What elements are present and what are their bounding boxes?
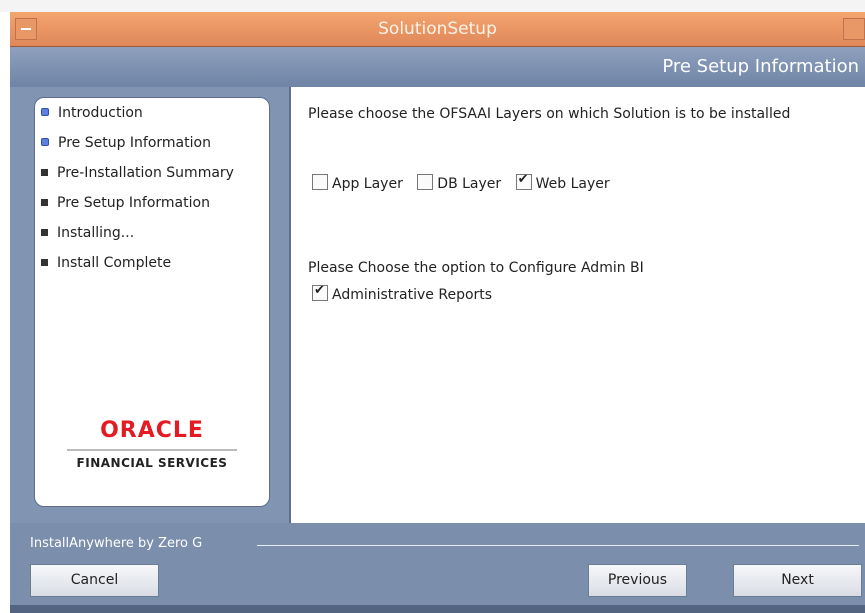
step-item: Pre Setup Information [41, 135, 211, 155]
step-item: Pre Setup Information [41, 195, 210, 215]
web-layer-checkbox[interactable]: ✔ Web Layer [515, 172, 610, 192]
square-bullet-icon [41, 199, 48, 206]
next-button[interactable]: Next [733, 564, 862, 597]
cancel-button[interactable]: Cancel [30, 564, 159, 597]
db-layer-checkbox[interactable]: DB Layer [417, 174, 501, 192]
checkbox-label: DB Layer [437, 176, 502, 192]
step-label: Introduction [58, 105, 143, 121]
square-bullet-icon [41, 229, 48, 236]
top-strip [0, 0, 865, 12]
step-item: Install Complete [41, 255, 171, 275]
circle-bullet-icon [41, 138, 49, 146]
checkbox-label: Administrative Reports [332, 287, 493, 303]
layers-checkbox-row: App Layer DB Layer ✔ Web Layer [312, 172, 620, 192]
logo-divider [67, 449, 237, 451]
square-bullet-icon [41, 169, 48, 176]
checkbox-box[interactable] [417, 174, 434, 190]
window-control-button[interactable] [843, 18, 865, 40]
step-label: Pre Setup Information [58, 135, 211, 151]
logo-subtitle: FINANCIAL SERVICES [76, 456, 228, 470]
square-bullet-icon [41, 259, 48, 266]
logo-brand: ORACLE [100, 418, 204, 443]
page-header: Pre Setup Information [10, 47, 865, 87]
check-icon: ✔ [314, 283, 325, 298]
checkbox-box[interactable]: ✔ [312, 283, 328, 301]
title-bar[interactable]: SolutionSetup [10, 12, 865, 47]
step-label: Install Complete [57, 255, 172, 271]
bottom-border [10, 605, 865, 613]
admin-reports-checkbox[interactable]: ✔ Administrative Reports [312, 283, 493, 303]
step-label: Installing... [57, 225, 135, 241]
main-panel: Please choose the OFSAAI Layers on which… [289, 87, 865, 523]
previous-button[interactable]: Previous [588, 564, 687, 597]
admin-prompt: Please Choose the option to Configure Ad… [308, 260, 644, 276]
checkbox-label: Web Layer [535, 176, 610, 192]
checkbox-label: App Layer [332, 176, 403, 192]
window-title: SolutionSetup [378, 19, 497, 39]
step-item: Pre-Installation Summary [41, 165, 234, 185]
step-label: Pre-Installation Summary [57, 165, 234, 181]
checkbox-box[interactable]: ✔ [515, 172, 532, 190]
oracle-logo: ORACLE FINANCIAL SERVICES [35, 418, 269, 470]
content-area: Introduction Pre Setup Information Pre-I… [10, 87, 865, 523]
checkbox-box[interactable] [312, 174, 328, 190]
step-label: Pre Setup Information [57, 195, 210, 211]
layers-prompt: Please choose the OFSAAI Layers on which… [308, 106, 791, 122]
footer-bar: InstallAnywhere by Zero G Cancel Previou… [10, 523, 865, 613]
app-layer-checkbox[interactable]: App Layer [312, 174, 403, 192]
circle-bullet-icon [41, 108, 49, 116]
installer-window: SolutionSetup Pre Setup Information Intr… [10, 12, 865, 613]
check-icon: ✔ [517, 172, 529, 187]
steps-panel: Introduction Pre Setup Information Pre-I… [34, 97, 270, 507]
page-title: Pre Setup Information [662, 56, 859, 77]
step-item: Installing... [41, 225, 134, 245]
footer-divider [257, 545, 859, 546]
installer-label: InstallAnywhere by Zero G [30, 536, 203, 551]
step-item: Introduction [41, 105, 143, 125]
